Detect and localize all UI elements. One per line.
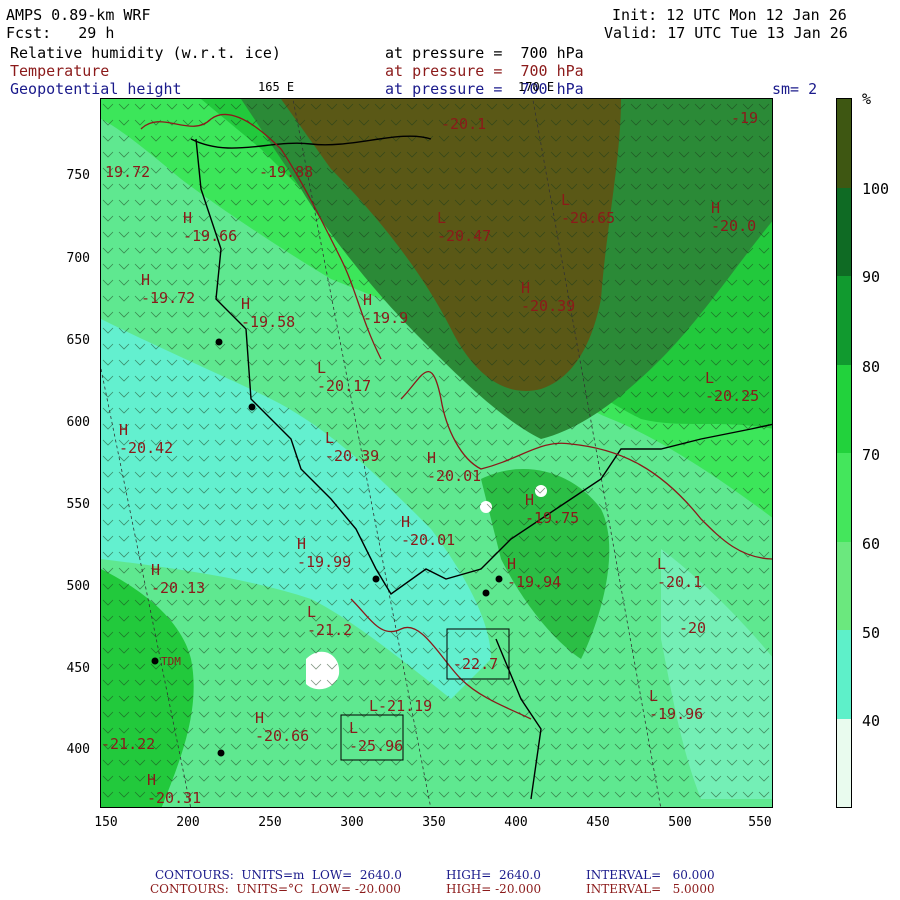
station-marker [215, 338, 223, 346]
station-marker [372, 575, 380, 583]
x-tick: 250 [258, 815, 282, 830]
temp-label: H -19.9 [363, 291, 409, 327]
y-tick: 700 [66, 251, 90, 266]
pressure-rh: at pressure = 700 hPa [385, 44, 584, 62]
footer-temp-contours: CONTOURS: UNITS=°C LOW= -20.000 [150, 882, 401, 896]
field-temp-label: Temperature [10, 62, 110, 80]
colorbar-segment [837, 99, 851, 188]
colorbar-unit: % [862, 90, 872, 108]
temp-label: L -19.96 [649, 687, 704, 723]
temp-label: H -19.99 [297, 535, 352, 571]
forecast-hour: Fcst: 29 h [6, 24, 115, 42]
smoothing-label: sm= 2 [772, 80, 818, 98]
temp-label: H -20.01 [427, 449, 482, 485]
station-label-tdm: TDM [161, 655, 181, 668]
colorbar-label: 40 [862, 712, 881, 730]
map-panel[interactable]: 19.72 -20.1 -19 -19.88 H -19.66 L -20.47 L… [100, 98, 773, 808]
station-marker [217, 749, 225, 757]
colorbar-label: 80 [862, 358, 881, 376]
colorbar-segment [837, 630, 851, 719]
colorbar-label: 60 [862, 535, 881, 553]
x-tick: 450 [586, 815, 610, 830]
temp-label: H -20.0 [711, 199, 757, 235]
temp-label: L-21.19 [369, 697, 433, 715]
station-marker [495, 575, 503, 583]
temp-label: L -21.2 [307, 603, 353, 639]
x-tick: 500 [668, 815, 692, 830]
temp-label: H -20.42 [119, 421, 174, 457]
model-title: AMPS 0.89-km WRF [6, 6, 151, 24]
colorbar-segment [837, 541, 851, 630]
y-tick: 400 [66, 742, 90, 757]
colorbar-segment [837, 718, 851, 807]
station-marker [482, 589, 490, 597]
temp-label: H -19.58 [241, 295, 296, 331]
colorbar-segment [837, 453, 851, 542]
temp-label: L -20.39 [325, 429, 380, 465]
footer-geopot-high: HIGH= 2640.0 [446, 868, 541, 882]
y-tick: 550 [66, 497, 90, 512]
temp-label: H -19.72 [141, 271, 196, 307]
temp-label: -22.7 [453, 655, 499, 673]
footer-temp-high: HIGH= -20.000 [446, 882, 542, 896]
y-tick: 750 [66, 168, 90, 183]
temp-label: H -20.13 [151, 561, 206, 597]
x-tick: 350 [422, 815, 446, 830]
temp-label: -20 [679, 619, 707, 637]
valid-time: Valid: 17 UTC Tue 13 Jan 26 [604, 24, 848, 42]
temp-label: L -20.65 [561, 191, 616, 227]
field-rh-label: Relative humidity (w.r.t. ice) [10, 44, 281, 62]
station-marker [248, 403, 256, 411]
temp-label: L -20.17 [317, 359, 372, 395]
temp-label: L -20.47 [437, 209, 492, 245]
x-tick: 150 [94, 815, 118, 830]
y-tick: 650 [66, 333, 90, 348]
temp-label: -19 [731, 109, 759, 127]
footer-geopot-interval: INTERVAL= 60.000 [586, 868, 715, 882]
footer-geopot-contours: CONTOURS: UNITS=m LOW= 2640.0 [155, 868, 402, 882]
y-tick: 450 [66, 661, 90, 676]
temp-label: L -25.96 [349, 719, 404, 755]
temp-label: H -19.75 [525, 491, 580, 527]
longitude-170e: 170 E [518, 80, 555, 94]
temp-label: H -19.66 [183, 209, 238, 245]
temp-label: -21.22 [101, 735, 156, 753]
x-tick: 200 [176, 815, 200, 830]
temp-label: H -20.66 [255, 709, 310, 745]
y-tick: 600 [66, 415, 90, 430]
temp-label: L -20.1 [657, 555, 703, 591]
field-geopot-label: Geopotential height [10, 80, 182, 98]
temp-label: -19.88 [259, 163, 314, 181]
x-tick: 550 [748, 815, 772, 830]
temp-label: -20.1 [441, 115, 487, 133]
temp-label: H -19.94 [507, 555, 562, 591]
colorbar-label: 50 [862, 624, 881, 642]
colorbar-segment [837, 276, 851, 365]
x-tick: 400 [504, 815, 528, 830]
temp-label: H -20.39 [521, 279, 576, 315]
colorbar-segment [837, 187, 851, 276]
station-marker [151, 657, 159, 665]
longitude-165e: 165 E [258, 80, 295, 94]
colorbar-label: 70 [862, 446, 881, 464]
temp-label: L -20.25 [705, 369, 760, 405]
temp-label: H -20.01 [401, 513, 456, 549]
colorbar-label: 90 [862, 268, 881, 286]
y-tick: 500 [66, 579, 90, 594]
colorbar [836, 98, 852, 808]
footer-temp-interval: INTERVAL= 5.0000 [586, 882, 715, 896]
colorbar-segment [837, 364, 851, 453]
x-tick: 300 [340, 815, 364, 830]
colorbar-label: 100 [862, 180, 890, 198]
temp-label: 19.72 [105, 163, 151, 181]
init-time: Init: 12 UTC Mon 12 Jan 26 [612, 6, 847, 24]
temp-label: H -20.31 [147, 771, 202, 807]
